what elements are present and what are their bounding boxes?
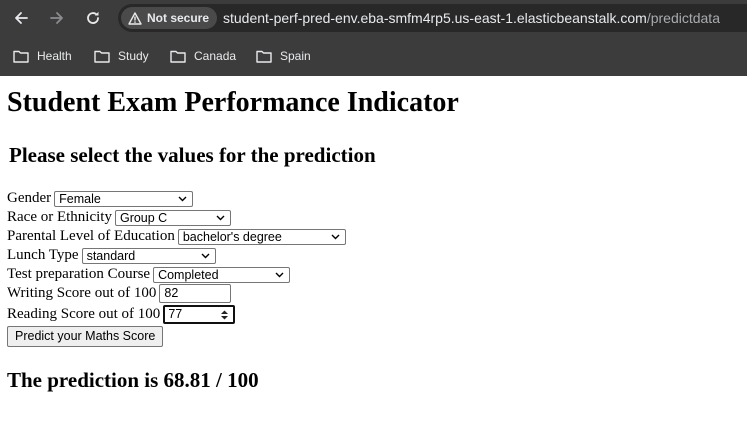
- url-text[interactable]: student-perf-pred-env.eba-smfm4rp5.us-ea…: [223, 10, 720, 26]
- reading-score-row: Reading Score out of 100 77: [7, 305, 236, 324]
- page-title: Student Exam Performance Indicator: [7, 87, 459, 118]
- page-content: Student Exam Performance Indicator Pleas…: [0, 76, 747, 446]
- writing-score-row: Writing Score out of 100 82: [7, 284, 232, 303]
- address-bar-row: Not secure student-perf-pred-env.eba-smf…: [0, 0, 747, 36]
- address-bar[interactable]: Not secure student-perf-pred-env.eba-smf…: [118, 4, 747, 32]
- chevron-down-icon: [178, 196, 187, 201]
- bookmark-label: Canada: [194, 49, 237, 63]
- forward-button[interactable]: [45, 6, 69, 30]
- chevron-down-icon: [201, 253, 210, 258]
- gender-select[interactable]: Female: [54, 190, 194, 207]
- bookmark-label: Study: [118, 49, 149, 63]
- writing-score-label: Writing Score out of 100: [7, 285, 157, 301]
- writing-score-input[interactable]: 82: [159, 284, 232, 303]
- spinner-arrows-icon[interactable]: [220, 309, 229, 321]
- ethnicity-label: Race or Ethnicity: [7, 209, 112, 225]
- ethnicity-value: Group C: [119, 210, 168, 225]
- reading-score-value: 77: [168, 307, 183, 321]
- reading-score-label: Reading Score out of 100: [7, 306, 161, 322]
- bookmark-spain[interactable]: Spain: [256, 47, 311, 65]
- folder-icon: [170, 50, 186, 63]
- bookmark-health[interactable]: Health: [13, 47, 72, 65]
- parental-education-label: Parental Level of Education: [7, 228, 175, 244]
- folder-icon: [94, 50, 110, 63]
- predict-button[interactable]: Predict your Maths Score: [7, 326, 164, 347]
- test-prep-value: Completed: [158, 267, 219, 282]
- bookmark-study[interactable]: Study: [94, 47, 149, 65]
- parental-education-value: bachelor's degree: [182, 229, 282, 244]
- arrow-right-icon: [50, 12, 63, 24]
- chevron-down-icon: [331, 234, 340, 239]
- url-host: student-perf-pred-env.eba-smfm4rp5.us-ea…: [223, 10, 647, 26]
- gender-row: Gender Female: [7, 189, 194, 208]
- bookmark-label: Spain: [280, 49, 311, 63]
- parental-education-row: Parental Level of Education bachelor's d…: [7, 227, 346, 246]
- writing-score-value: 82: [164, 286, 179, 300]
- folder-icon: [256, 50, 272, 63]
- chevron-down-icon: [275, 272, 284, 277]
- ethnicity-row: Race or Ethnicity Group C: [7, 208, 231, 227]
- form-heading: Please select the values for the predict…: [9, 143, 376, 167]
- url-path: /predictdata: [646, 10, 720, 26]
- security-label: Not secure: [147, 11, 210, 25]
- ethnicity-select[interactable]: Group C: [114, 209, 231, 226]
- test-prep-row: Test preparation Course Completed: [7, 265, 291, 284]
- test-prep-label: Test preparation Course: [7, 266, 151, 282]
- gender-value: Female: [59, 191, 101, 206]
- chevron-down-icon: [216, 215, 225, 220]
- gender-label: Gender: [7, 190, 52, 206]
- warning-icon: [128, 11, 142, 25]
- back-button[interactable]: [9, 6, 33, 30]
- security-chip[interactable]: Not secure: [121, 7, 218, 29]
- test-prep-select[interactable]: Completed: [153, 266, 291, 283]
- folder-icon: [13, 50, 29, 63]
- reload-button[interactable]: [81, 6, 105, 30]
- parental-education-select[interactable]: bachelor's degree: [177, 228, 346, 245]
- prediction-result: The prediction is 68.81 / 100: [7, 368, 259, 392]
- bookmark-label: Health: [37, 49, 72, 63]
- browser-chrome: Not secure student-perf-pred-env.eba-smf…: [0, 0, 747, 76]
- lunch-row: Lunch Type standard: [7, 246, 216, 265]
- reading-score-input[interactable]: 77: [163, 305, 236, 324]
- reload-icon: [87, 11, 99, 24]
- arrow-left-icon: [15, 12, 28, 24]
- bookmark-canada[interactable]: Canada: [170, 47, 236, 65]
- lunch-label: Lunch Type: [7, 247, 79, 263]
- lunch-select[interactable]: standard: [81, 247, 216, 264]
- lunch-value: standard: [86, 248, 136, 263]
- bookmarks-bar: Health Study Canada Spain: [0, 40, 747, 70]
